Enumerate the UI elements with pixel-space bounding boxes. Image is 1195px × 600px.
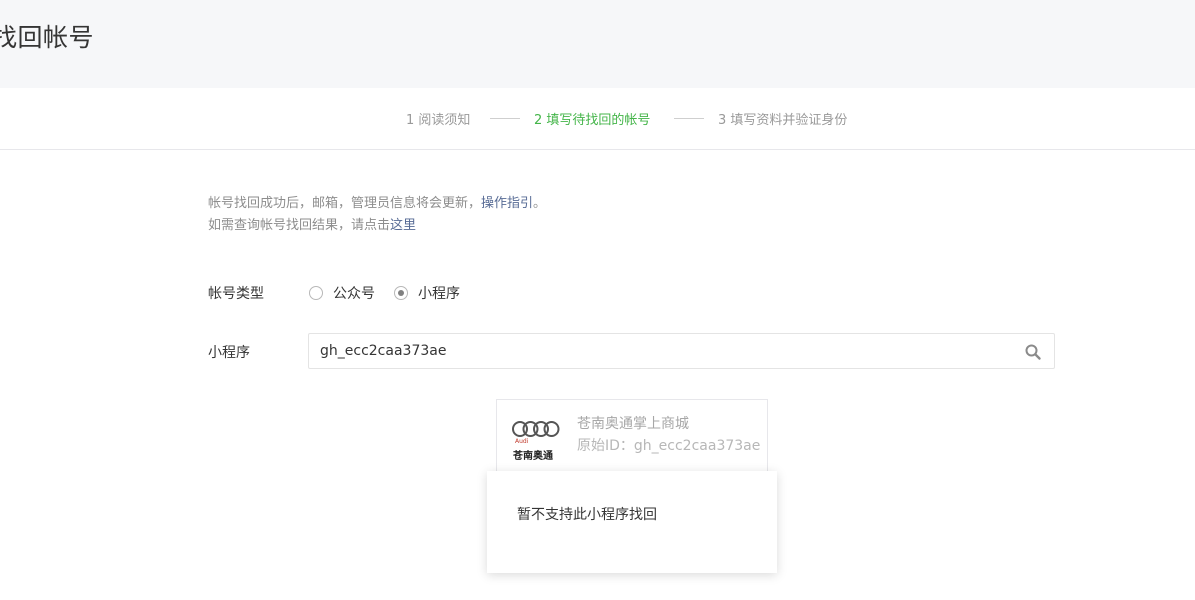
tip-line-2: 如需查询帐号找回结果，请点击这里	[208, 214, 416, 233]
step-3: 3 填写资料并验证身份	[718, 113, 848, 128]
page: 找回帐号 1 阅读须知 2 填写待找回的帐号 3 填写资料并验证身份 帐号找回成…	[0, 0, 1195, 600]
guide-link[interactable]: 操作指引	[481, 196, 533, 211]
account-type-label: 帐号类型	[208, 286, 264, 302]
step-divider	[674, 118, 704, 119]
radio-label: 小程序	[418, 286, 460, 302]
radio-miniprogram[interactable]: 小程序	[394, 283, 460, 303]
query-result-link[interactable]: 这里	[390, 218, 416, 233]
tip-text-end: 。	[533, 196, 547, 211]
radio-label: 公众号	[333, 286, 375, 302]
radio-official-account[interactable]: 公众号	[309, 283, 375, 303]
page-title: 找回帐号	[0, 23, 95, 52]
search-result-card[interactable]: Audi 苍南奥通 苍南奥通掌上商城 原始ID：gh_ecc2caa373ae	[496, 399, 768, 473]
search-icon[interactable]	[1024, 343, 1042, 361]
audi-small-text: Audi	[515, 438, 529, 445]
tip-text: 帐号找回成功后，邮箱，管理员信息将会更新，	[208, 196, 482, 211]
tip-text: 如需查询帐号找回结果，请点击	[208, 218, 391, 233]
step-divider	[490, 118, 520, 119]
radio-circle-checked[interactable]	[394, 286, 408, 300]
search-input-value[interactable]: gh_ecc2caa373ae	[320, 343, 446, 359]
tooltip-popup: 暂不支持此小程序找回	[487, 471, 777, 573]
step-2: 2 填写待找回的帐号	[534, 113, 651, 128]
logo-brand-text: 苍南奥通	[513, 451, 553, 462]
miniprogram-name: 苍南奥通掌上商城	[577, 416, 689, 432]
miniprogram-label: 小程序	[208, 345, 250, 361]
popup-message: 暂不支持此小程序找回	[517, 507, 657, 523]
page-header: 找回帐号	[0, 0, 1195, 88]
audi-rings-icon	[512, 421, 560, 437]
tip-line-1: 帐号找回成功后，邮箱，管理员信息将会更新，操作指引。	[208, 192, 546, 211]
miniprogram-original-id: 原始ID：gh_ecc2caa373ae	[577, 438, 761, 454]
radio-circle[interactable]	[309, 286, 323, 300]
step-indicator: 1 阅读须知 2 填写待找回的帐号 3 填写资料并验证身份	[0, 88, 1195, 150]
audi-logo: Audi 苍南奥通	[511, 418, 561, 464]
step-1: 1 阅读须知	[406, 113, 471, 128]
miniprogram-search-input[interactable]: gh_ecc2caa373ae	[308, 333, 1055, 369]
